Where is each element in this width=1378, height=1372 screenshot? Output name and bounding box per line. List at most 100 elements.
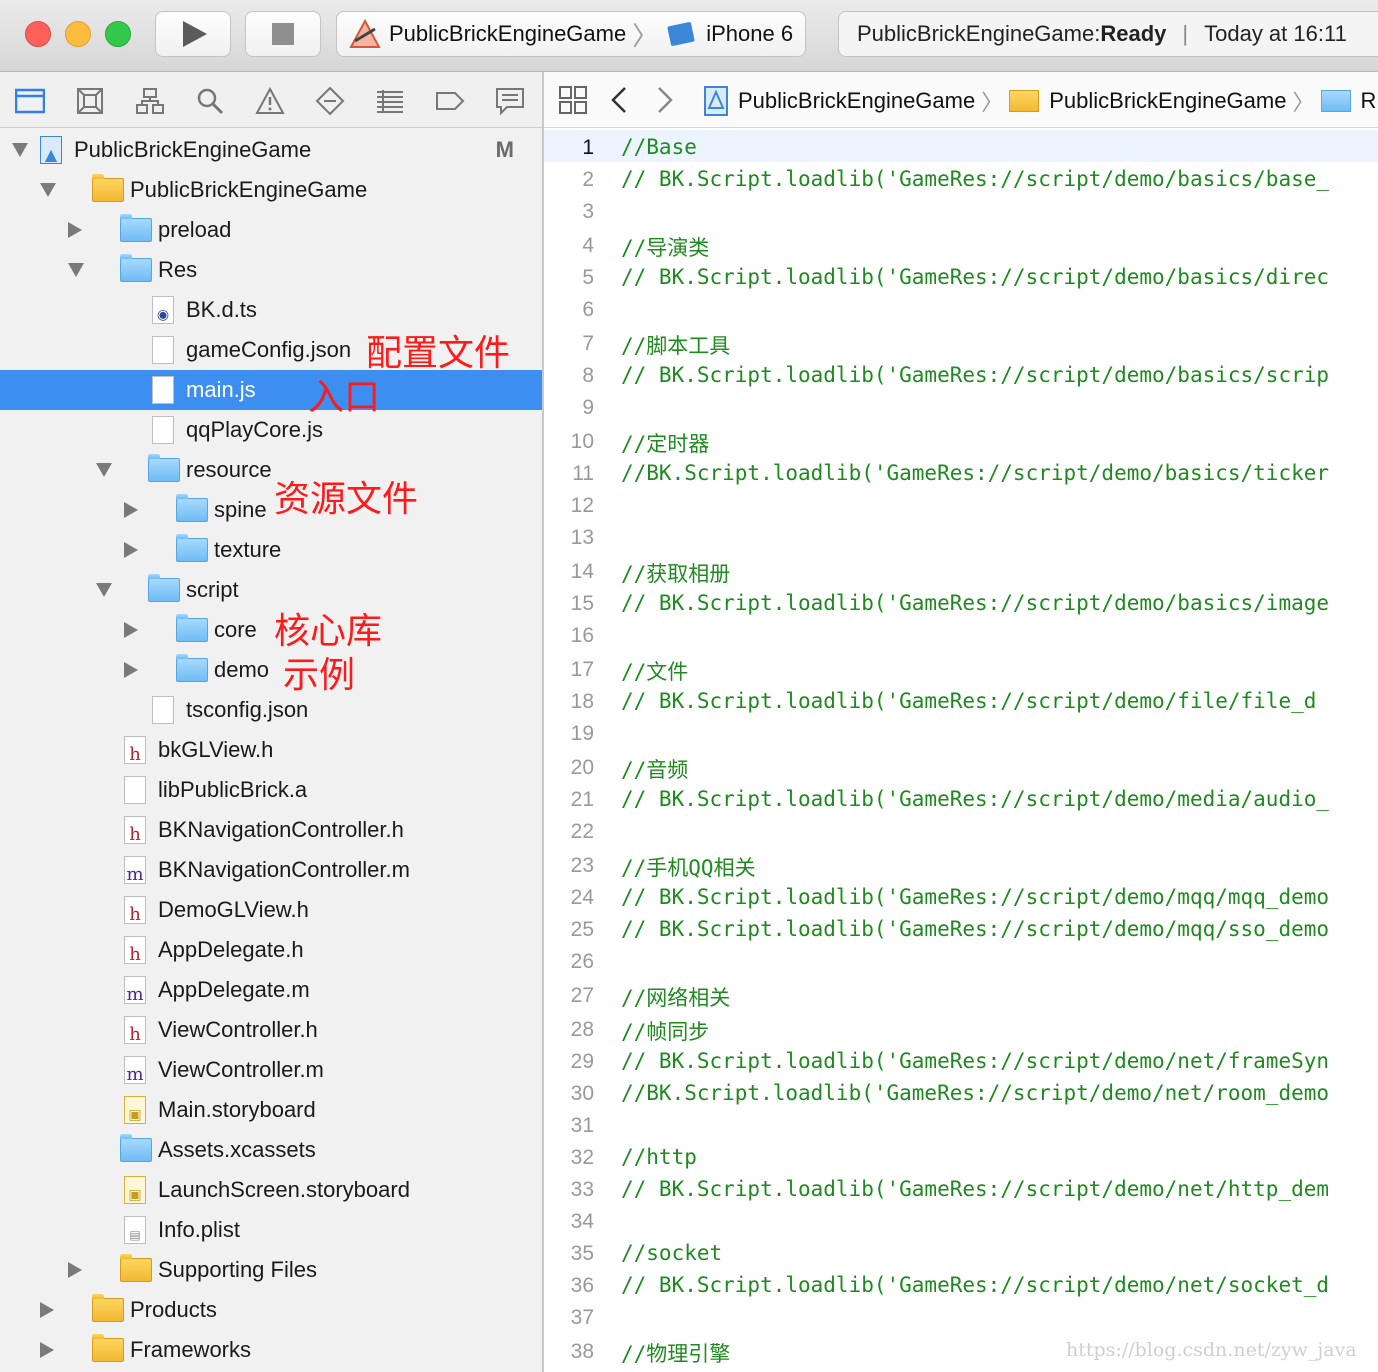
tree-row[interactable]: demo [0, 650, 542, 690]
tree-row[interactable]: Products [0, 1290, 542, 1330]
typescript-file-icon: ◉ [152, 296, 174, 324]
line-number: 17 [570, 658, 594, 681]
tree-row[interactable]: main.js [0, 370, 542, 410]
tree-row[interactable]: h ViewController.h [0, 1010, 542, 1050]
disclosure-closed-icon[interactable] [124, 542, 138, 558]
tree-row[interactable]: Frameworks [0, 1330, 542, 1370]
code-line: 8 // BK.Script.loadlib('GameRes://script/… [544, 358, 1378, 390]
disclosure-closed-icon[interactable] [124, 662, 138, 678]
tree-row[interactable]: h bkGLView.h [0, 730, 542, 770]
code-text: // BK.Script.loadlib('GameRes://script/d… [621, 265, 1330, 289]
folder-icon [148, 454, 180, 482]
report-navigator-icon[interactable] [495, 86, 525, 116]
file-icon [152, 696, 174, 724]
line-number: 34 [570, 1210, 594, 1233]
back-arrow-icon[interactable] [610, 86, 628, 114]
breakpoint-navigator-icon[interactable] [435, 86, 465, 116]
code-area[interactable]: 1 //Base 2 // BK.Script.loadlib('GameRes://… [544, 130, 1378, 1366]
run-button[interactable] [155, 11, 231, 57]
code-line: 21 // BK.Script.loadlib('GameRes://script… [544, 782, 1378, 814]
disclosure-open-icon[interactable] [12, 143, 28, 157]
minimize-window-button[interactable] [65, 21, 91, 47]
header-file-icon: h [124, 896, 146, 925]
tree-row[interactable]: Supporting Files [0, 1250, 542, 1290]
header-file-icon: h [124, 816, 146, 845]
tree-row[interactable]: ▣ Main.storyboard [0, 1090, 542, 1130]
tree-row[interactable]: m BKNavigationController.m [0, 850, 542, 890]
tree-row[interactable]: ▲ PublicBrickEngineGame M [0, 130, 542, 170]
line-number: 1 [582, 136, 594, 159]
disclosure-closed-icon[interactable] [40, 1302, 54, 1318]
tree-row[interactable]: h AppDelegate.h [0, 930, 542, 970]
forward-arrow-icon[interactable] [656, 86, 674, 114]
test-navigator-icon[interactable] [315, 86, 345, 116]
tree-row-label: PublicBrickEngineGame [130, 177, 368, 202]
tree-row[interactable]: texture [0, 530, 542, 570]
breadcrumb-item[interactable]: PublicBrickEngineGame [1049, 88, 1286, 114]
symbol-navigator-icon[interactable] [135, 86, 165, 116]
tree-row-label: Main.storyboard [158, 1097, 316, 1122]
storyboard-file-icon: ▣ [124, 1176, 146, 1204]
line-number: 35 [570, 1242, 594, 1265]
annotation-resource-file: 资源文件 [274, 478, 419, 519]
tree-row[interactable]: script [0, 570, 542, 610]
line-number: 6 [582, 298, 594, 321]
code-line: 9 [544, 390, 1378, 422]
disclosure-closed-icon[interactable] [124, 622, 138, 638]
source-control-icon[interactable] [75, 86, 105, 116]
breadcrumb-item[interactable]: R [1361, 88, 1377, 114]
disclosure-open-icon[interactable] [96, 583, 112, 597]
line-number: 24 [570, 886, 594, 909]
tree-row[interactable]: spine [0, 490, 542, 530]
code-line: 12 [544, 488, 1378, 520]
line-number: 36 [570, 1274, 594, 1297]
tree-row-label: Supporting Files [158, 1257, 317, 1282]
disclosure-closed-icon[interactable] [40, 1342, 54, 1358]
issue-navigator-icon[interactable] [255, 86, 285, 116]
tree-row[interactable]: PublicBrickEngineGame [0, 170, 542, 210]
code-line: 35 //socket [544, 1236, 1378, 1268]
find-navigator-icon[interactable] [195, 86, 225, 116]
disclosure-closed-icon[interactable] [68, 222, 82, 238]
project-navigator-icon[interactable] [15, 86, 45, 116]
folder-icon [1009, 90, 1040, 112]
debug-navigator-icon[interactable] [375, 86, 405, 116]
tree-row[interactable]: h BKNavigationController.h [0, 810, 542, 850]
line-number: 26 [570, 950, 594, 973]
breadcrumb-item[interactable]: PublicBrickEngineGame [738, 88, 975, 114]
code-text: // BK.Script.loadlib('GameRes://script/d… [621, 363, 1330, 387]
tree-row-label: resource [186, 457, 272, 482]
code-text: //导演类 [621, 236, 710, 260]
related-items-icon[interactable] [558, 85, 588, 115]
stop-button[interactable] [245, 11, 321, 57]
disclosure-open-icon[interactable] [68, 263, 84, 277]
tree-row[interactable]: ▣ LaunchScreen.storyboard [0, 1170, 542, 1210]
activity-viewer: PublicBrickEngineGame: Ready | Today at … [838, 11, 1378, 57]
tree-row[interactable]: qqPlayCore.js [0, 410, 542, 450]
tree-row[interactable]: Assets.xcassets [0, 1130, 542, 1170]
tree-row[interactable]: ▤ Info.plist [0, 1210, 542, 1250]
disclosure-closed-icon[interactable] [68, 1262, 82, 1278]
code-text: // BK.Script.loadlib('GameRes://script/d… [621, 787, 1330, 811]
tree-row-label: Products [130, 1297, 217, 1322]
scheme-selector[interactable]: PublicBrickEngineGame 〉 iPhone 6 [336, 11, 806, 57]
tree-row-label: bkGLView.h [158, 737, 274, 762]
line-number: 9 [582, 396, 594, 419]
tree-row[interactable]: m ViewController.m [0, 1050, 542, 1090]
tree-row[interactable]: libPublicBrick.a [0, 770, 542, 810]
disclosure-closed-icon[interactable] [124, 502, 138, 518]
toolbar: PublicBrickEngineGame 〉 iPhone 6 PublicB… [0, 0, 1378, 72]
close-window-button[interactable] [25, 21, 51, 47]
tree-row[interactable]: tsconfig.json [0, 690, 542, 730]
tree-row[interactable]: core [0, 610, 542, 650]
disclosure-open-icon[interactable] [96, 463, 112, 477]
folder-icon [92, 1294, 124, 1322]
tree-row[interactable]: h DemoGLView.h [0, 890, 542, 930]
code-line: 27 //网络相关 [544, 976, 1378, 1010]
tree-row[interactable]: preload [0, 210, 542, 250]
tree-row[interactable]: Res [0, 250, 542, 290]
disclosure-open-icon[interactable] [40, 183, 56, 197]
zoom-window-button[interactable] [105, 21, 131, 47]
tree-row[interactable]: m AppDelegate.m [0, 970, 542, 1010]
tree-row[interactable]: resource [0, 450, 542, 490]
